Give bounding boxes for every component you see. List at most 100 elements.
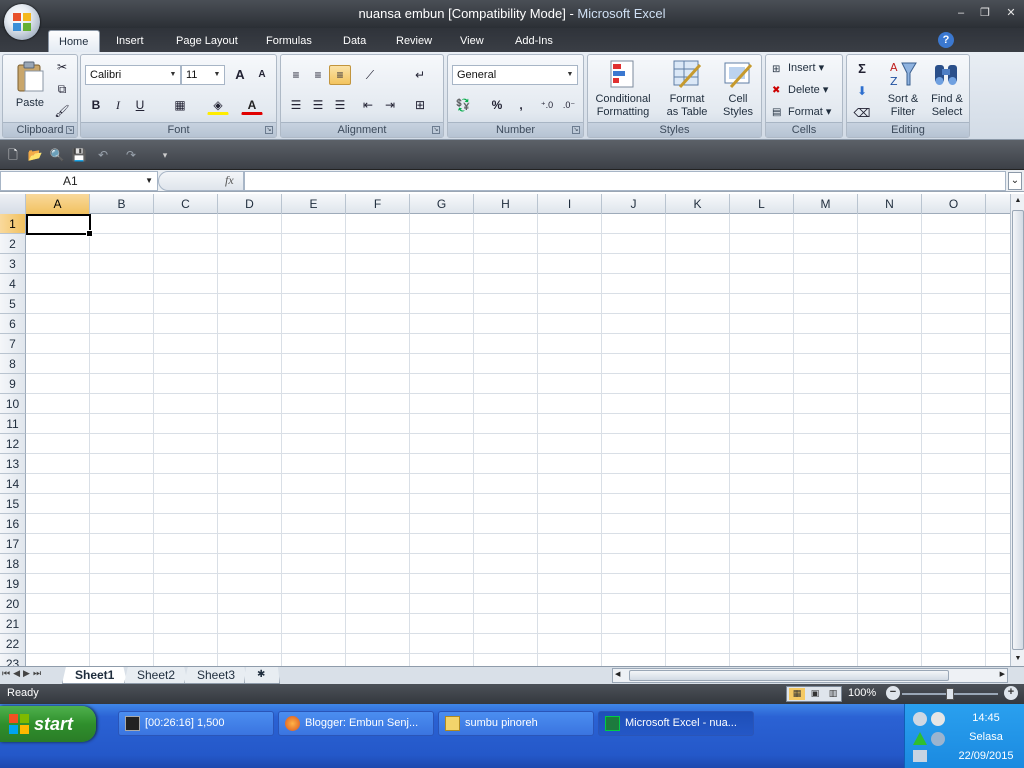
tab-review[interactable]: Review — [386, 30, 442, 52]
format-cells-button[interactable]: ▤ Format ▾ — [770, 103, 840, 121]
align-top-icon[interactable]: ≡ — [285, 65, 307, 85]
paste-button[interactable]: Paste — [9, 59, 51, 115]
page-layout-view-icon[interactable]: ▣ — [807, 688, 823, 700]
column-header[interactable]: I — [538, 194, 602, 214]
decrease-indent-icon[interactable]: ⇤ — [357, 95, 379, 115]
currency-icon[interactable]: 💱 — [452, 95, 474, 115]
dialog-launcher-icon[interactable]: ↘ — [66, 126, 74, 134]
number-format-select[interactable]: General ▼ — [452, 65, 578, 85]
conditional-formatting-button[interactable]: Conditional Formatting — [590, 59, 656, 121]
sort-filter-button[interactable]: AZ Sort & Filter — [881, 59, 925, 121]
office-button[interactable] — [4, 4, 40, 40]
grow-font-button[interactable]: A — [229, 65, 251, 85]
row-header[interactable]: 15 — [0, 494, 26, 514]
page-break-view-icon[interactable]: ▥ — [825, 688, 841, 700]
help-icon[interactable]: ? — [938, 32, 954, 48]
taskbar-item[interactable]: sumbu pinoreh — [438, 711, 594, 736]
column-header[interactable]: A — [26, 194, 90, 214]
scroll-down-icon[interactable]: ▼ — [1012, 652, 1024, 666]
redo-icon[interactable]: ↷ — [120, 145, 142, 165]
scroll-left-icon[interactable]: ◀ — [615, 670, 620, 678]
row-header[interactable]: 21 — [0, 614, 26, 634]
undo-icon[interactable]: ↶ — [92, 145, 114, 165]
find-select-button[interactable]: Find & Select — [925, 59, 969, 121]
align-center-icon[interactable]: ☰ — [307, 95, 329, 115]
italic-button[interactable]: I — [107, 95, 129, 115]
select-all-button[interactable] — [0, 194, 26, 214]
tab-formulas[interactable]: Formulas — [256, 30, 322, 52]
tray-icon[interactable] — [931, 732, 945, 746]
zoom-in-icon[interactable]: + — [1004, 686, 1018, 700]
column-header[interactable]: M — [794, 194, 858, 214]
open-folder-icon[interactable]: 📂 — [24, 145, 46, 165]
align-right-icon[interactable]: ☰ — [329, 95, 351, 115]
clear-icon[interactable]: ⌫ — [851, 103, 873, 123]
sheet-tab[interactable]: Sheet2 — [124, 667, 189, 684]
merge-center-icon[interactable]: ⊞ — [409, 95, 431, 115]
expand-formula-bar-icon[interactable]: ⌄ — [1008, 172, 1022, 190]
row-header[interactable]: 6 — [0, 314, 26, 334]
comma-button[interactable]: , — [510, 95, 532, 115]
name-box[interactable]: A1 ▼ — [0, 171, 158, 191]
column-header[interactable]: B — [90, 194, 154, 214]
new-document-icon[interactable]: 🗋 — [2, 145, 24, 165]
row-header[interactable]: 20 — [0, 594, 26, 614]
row-header[interactable]: 1 — [0, 214, 26, 234]
formula-input[interactable] — [244, 171, 1006, 191]
align-bottom-icon[interactable]: ≡ — [329, 65, 351, 85]
row-header[interactable]: 13 — [0, 454, 26, 474]
taskbar-item[interactable]: [00:26:16] 1,500 — [118, 711, 274, 736]
font-size-select[interactable]: 11 ▼ — [181, 65, 225, 85]
cut-icon[interactable]: ✂ — [51, 57, 73, 77]
percent-button[interactable]: % — [486, 95, 508, 115]
row-header[interactable]: 23 — [0, 654, 26, 666]
row-header[interactable]: 12 — [0, 434, 26, 454]
row-header[interactable]: 5 — [0, 294, 26, 314]
wrap-text-icon[interactable]: ↵ — [409, 65, 431, 85]
save-icon[interactable]: 💾 — [68, 145, 90, 165]
cell-styles-button[interactable]: Cell Styles — [716, 59, 760, 121]
taskbar-item-active[interactable]: Microsoft Excel - nua... — [598, 711, 754, 736]
column-header[interactable]: J — [602, 194, 666, 214]
tab-data[interactable]: Data — [333, 30, 376, 52]
dialog-launcher-icon[interactable]: ↘ — [432, 126, 440, 134]
cell-area[interactable] — [26, 214, 1010, 666]
orientation-icon[interactable]: ⟋ — [359, 65, 381, 85]
borders-icon[interactable]: ▦ — [169, 95, 191, 115]
tray-icon[interactable] — [913, 750, 927, 762]
delete-cells-button[interactable]: ✖ Delete ▾ — [770, 81, 840, 99]
row-header[interactable]: 2 — [0, 234, 26, 254]
active-cell[interactable] — [26, 214, 93, 237]
print-preview-icon[interactable]: 🔍 — [46, 145, 68, 165]
dialog-launcher-icon[interactable]: ↘ — [265, 126, 273, 134]
tab-home[interactable]: Home — [48, 30, 100, 52]
copy-icon[interactable]: ⧉ — [51, 79, 73, 99]
insert-sheet-icon[interactable]: ✱ — [244, 667, 280, 684]
restore-button[interactable]: ❐ — [976, 6, 994, 22]
underline-button[interactable]: U — [129, 95, 151, 115]
row-header[interactable]: 18 — [0, 554, 26, 574]
column-header[interactable]: H — [474, 194, 538, 214]
row-header[interactable]: 16 — [0, 514, 26, 534]
increase-indent-icon[interactable]: ⇥ — [379, 95, 401, 115]
horizontal-scrollbar[interactable]: ◀ ▶ — [612, 668, 1008, 683]
shrink-font-button[interactable]: A — [251, 65, 273, 85]
autosum-button[interactable]: Σ — [851, 59, 873, 79]
vertical-scrollbar[interactable]: ▲ ▼ — [1010, 194, 1024, 666]
tab-insert[interactable]: Insert — [106, 30, 154, 52]
fill-icon[interactable]: ⬇ — [851, 81, 873, 101]
row-header[interactable]: 9 — [0, 374, 26, 394]
clock-time[interactable]: 14:45 — [951, 712, 1021, 724]
close-button[interactable]: ✕ — [1002, 6, 1020, 22]
tray-icon[interactable] — [931, 712, 945, 726]
row-header[interactable]: 3 — [0, 254, 26, 274]
customize-toolbar-icon[interactable]: ▾ — [154, 145, 176, 165]
column-header[interactable]: D — [218, 194, 282, 214]
column-header[interactable]: L — [730, 194, 794, 214]
column-header[interactable]: F — [346, 194, 410, 214]
row-header[interactable]: 14 — [0, 474, 26, 494]
row-header[interactable]: 8 — [0, 354, 26, 374]
row-header[interactable]: 22 — [0, 634, 26, 654]
sheet-navigation-icon[interactable]: ⏮◀▶⏭ — [2, 668, 62, 679]
column-header[interactable]: N — [858, 194, 922, 214]
